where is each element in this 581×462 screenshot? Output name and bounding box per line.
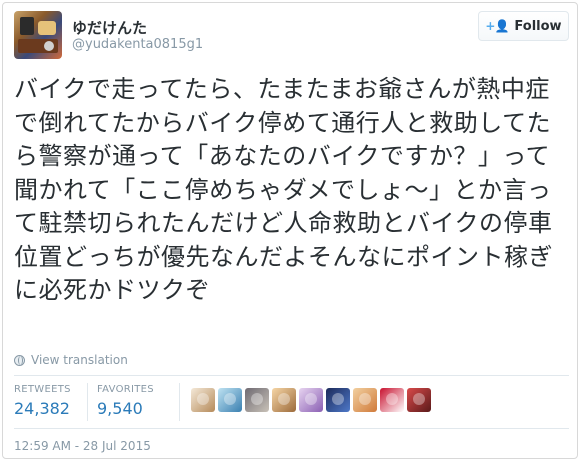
favoriter-avatars [191, 388, 431, 412]
tweet-timestamp[interactable]: 12:59 AM - 28 Jul 2015 [14, 439, 151, 453]
favoriter-avatar[interactable] [299, 388, 323, 412]
display-name[interactable]: ゆだけんた [72, 17, 147, 38]
follow-button[interactable]: +👤 Follow [478, 11, 569, 41]
person-add-icon: +👤 [485, 19, 509, 33]
favoriter-avatar[interactable] [191, 388, 215, 412]
divider [14, 375, 569, 376]
view-translation-label: View translation [31, 353, 128, 367]
favoriter-avatar[interactable] [353, 388, 377, 412]
view-translation-link[interactable]: View translation [14, 353, 128, 367]
favoriter-avatar[interactable] [407, 388, 431, 412]
favorites-stat[interactable]: FAVORITES 9,540 [97, 384, 154, 418]
favoriter-avatar[interactable] [380, 388, 404, 412]
favoriter-avatar[interactable] [218, 388, 242, 412]
divider [14, 428, 569, 429]
favoriter-avatar[interactable] [272, 388, 296, 412]
globe-icon [14, 354, 25, 366]
favorites-label: FAVORITES [97, 384, 154, 395]
favorites-count: 9,540 [97, 399, 143, 418]
retweets-stat[interactable]: RETWEETS 24,382 [14, 384, 71, 418]
stat-separator [87, 383, 88, 421]
favoriter-avatar[interactable] [245, 388, 269, 412]
stat-separator [179, 383, 180, 421]
retweets-label: RETWEETS [14, 384, 71, 395]
tweet-card: ゆだけんた @yudakenta0815g1 +👤 Follow バイクで走って… [2, 2, 578, 459]
screen-name[interactable]: @yudakenta0815g1 [72, 37, 203, 52]
user-avatar[interactable] [14, 11, 62, 59]
favoriter-avatar[interactable] [326, 388, 350, 412]
tweet-text: バイクで走ってたら、たまたまお爺さんが熱中症で倒れてたからバイク停めて通行人と救… [14, 75, 553, 304]
retweets-count: 24,382 [14, 399, 70, 418]
follow-button-label: Follow [514, 18, 562, 34]
